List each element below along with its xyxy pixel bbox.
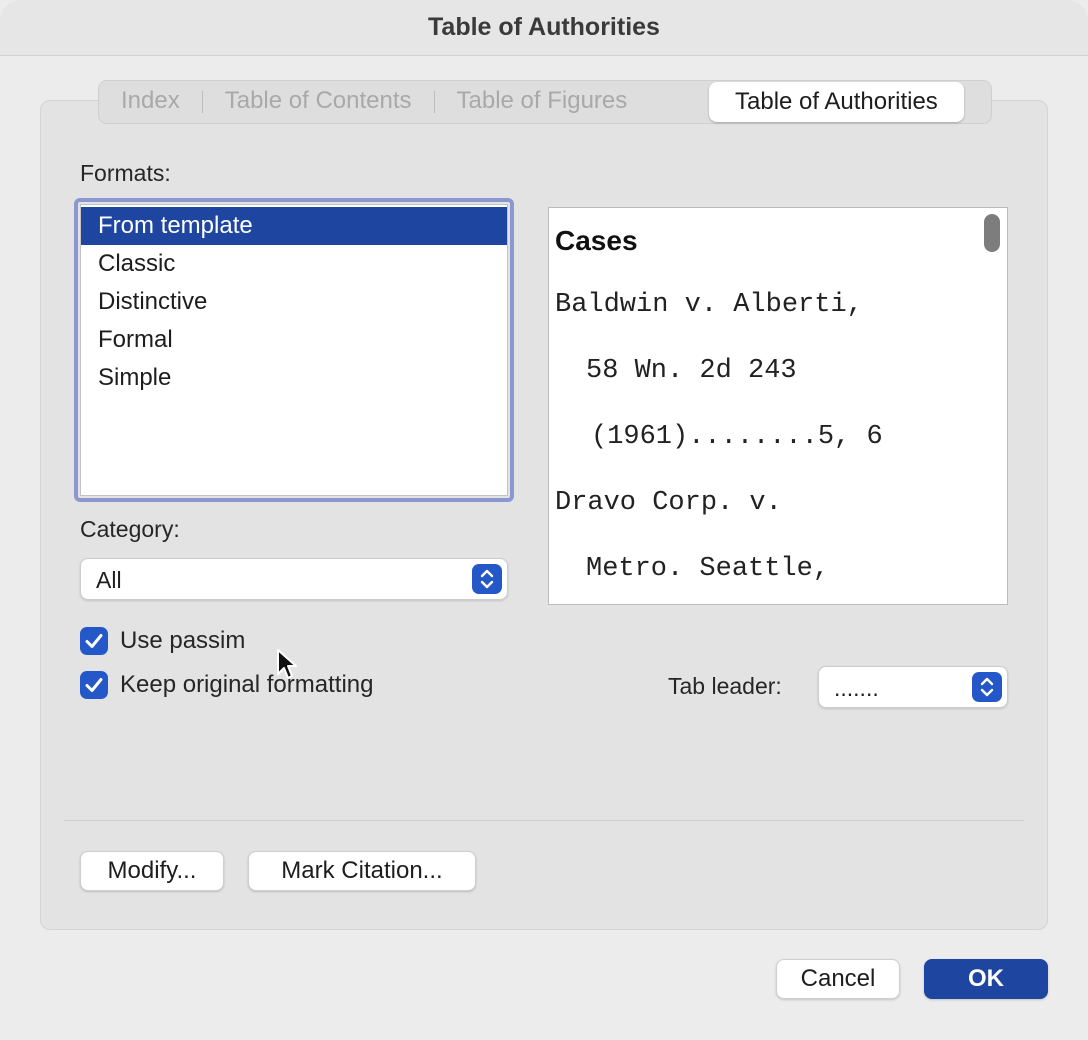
tab-leader-label: Tab leader:: [668, 673, 782, 699]
format-item-distinctive[interactable]: Distinctive: [81, 283, 507, 321]
mouse-pointer-icon: [277, 649, 297, 679]
formats-label: Formats:: [80, 160, 171, 186]
checkmark-icon: [85, 634, 103, 648]
tab-table-of-authorities[interactable]: Table of Authorities: [709, 82, 964, 122]
preview-heading: Cases: [555, 225, 638, 256]
preview-line: (1961)........5, 6: [591, 422, 883, 452]
tab-table-of-figures[interactable]: Table of Figures: [435, 80, 650, 124]
window-title: Table of Authorities: [428, 13, 660, 41]
preview-line: Baldwin v. Alberti,: [555, 290, 863, 320]
modify-button[interactable]: Modify...: [80, 851, 224, 891]
tab-leader-value: .......: [834, 675, 879, 701]
format-item-simple[interactable]: Simple: [81, 359, 507, 397]
preview-scroll-thumb[interactable]: [984, 214, 1000, 252]
preview-line: 58 Wn. 2d 243: [586, 356, 797, 386]
use-passim-checkbox[interactable]: [80, 627, 108, 655]
dialog-window: Table of Authorities Index Table of Cont…: [0, 0, 1088, 1040]
section-divider: [64, 820, 1024, 821]
cancel-button[interactable]: Cancel: [776, 959, 900, 999]
ok-button[interactable]: OK: [924, 959, 1048, 999]
category-value: All: [96, 567, 122, 593]
category-label: Category:: [80, 516, 180, 542]
format-item-formal[interactable]: Formal: [81, 321, 507, 359]
preview-line: Dravo Corp. v.: [555, 488, 782, 518]
tab-table-of-contents[interactable]: Table of Contents: [203, 80, 434, 124]
formats-list[interactable]: From template Classic Distinctive Formal…: [80, 204, 508, 496]
up-down-chevron-icon: [472, 564, 502, 594]
tab-bar: Index Table of Contents Table of Figures…: [98, 80, 992, 124]
tab-leader-select[interactable]: .......: [818, 666, 1008, 708]
checkmark-icon: [85, 678, 103, 692]
preview-line: Metro. Seattle,: [586, 554, 830, 584]
format-item-classic[interactable]: Classic: [81, 245, 507, 283]
format-preview: Cases Baldwin v. Alberti, 58 Wn. 2d 243 …: [548, 207, 1008, 605]
keep-formatting-checkbox[interactable]: [80, 671, 108, 699]
up-down-chevron-icon: [972, 672, 1002, 702]
title-bar: Table of Authorities: [0, 0, 1088, 56]
tab-index[interactable]: Index: [99, 80, 202, 124]
format-item-from-template[interactable]: From template: [81, 207, 507, 245]
category-select[interactable]: All: [80, 558, 508, 600]
keep-formatting-label[interactable]: Keep original formatting: [120, 671, 373, 699]
use-passim-label[interactable]: Use passim: [120, 627, 245, 655]
mark-citation-button[interactable]: Mark Citation...: [248, 851, 476, 891]
